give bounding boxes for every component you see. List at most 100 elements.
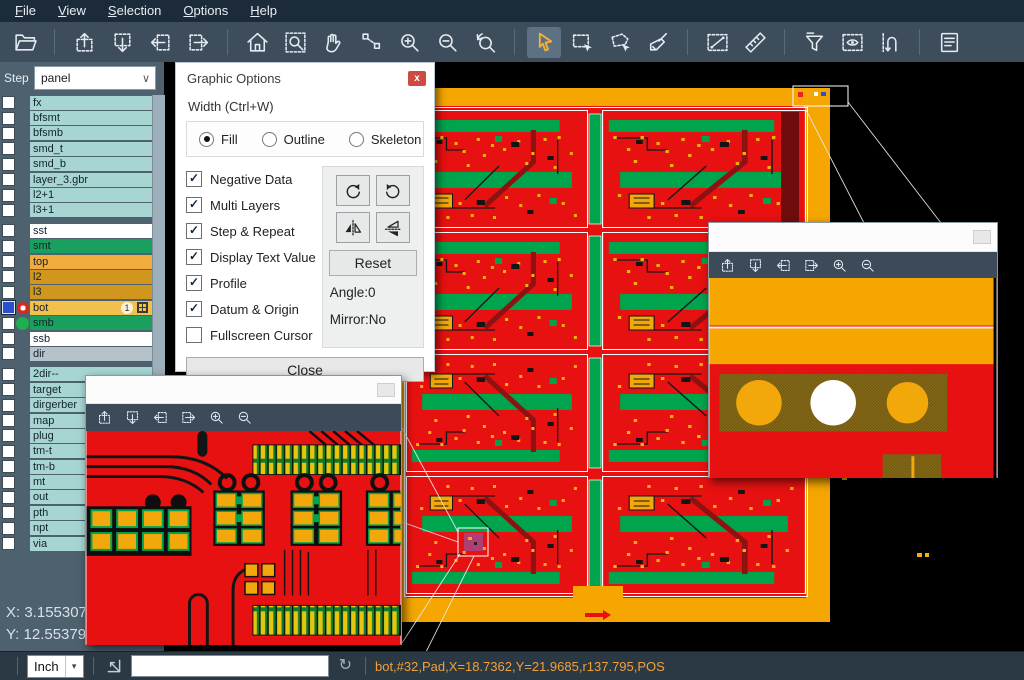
popup-tool-load-layer-left[interactable]: [775, 257, 792, 274]
layer-row-dir[interactable]: dir: [0, 346, 152, 361]
layer-name[interactable]: bfsmb: [30, 126, 152, 140]
tool-ruler[interactable]: [738, 27, 772, 58]
layer-name[interactable]: dir: [30, 347, 152, 361]
tool-open-folder[interactable]: [8, 27, 42, 58]
tool-load-layer-down[interactable]: [105, 27, 139, 58]
layer-visibility-checkbox[interactable]: [2, 429, 15, 442]
layer-row-ssb[interactable]: ssb: [0, 331, 152, 346]
layer-row-l3-1[interactable]: l3+1: [0, 203, 152, 218]
layer-visibility-checkbox[interactable]: [2, 522, 15, 535]
layer-visibility-checkbox[interactable]: [2, 158, 15, 171]
tool-zoom-in[interactable]: [392, 27, 426, 58]
layer-row-smd-t[interactable]: smd_t: [0, 141, 152, 156]
popup-tool-zoom-out[interactable]: [236, 409, 253, 426]
tool-move-view[interactable]: [354, 27, 388, 58]
tool-clear-brush[interactable]: [641, 27, 675, 58]
window-button[interactable]: [973, 230, 991, 244]
flip-h-button[interactable]: [336, 212, 370, 243]
layer-visibility-checkbox[interactable]: [2, 383, 15, 396]
layer-row-smb[interactable]: smb: [0, 315, 152, 330]
layer-visibility-checkbox[interactable]: [2, 537, 15, 550]
layer-visibility-checkbox[interactable]: [2, 286, 15, 299]
unit-select[interactable]: Inch ▾: [27, 655, 84, 678]
popup-tool-load-layer-right[interactable]: [803, 257, 820, 274]
layer-visibility-checkbox[interactable]: [2, 189, 15, 202]
layer-row-l3[interactable]: l3: [0, 285, 152, 300]
sync-icon[interactable]: ↻: [339, 658, 352, 674]
layer-visibility-checkbox[interactable]: [2, 476, 15, 489]
layer-name[interactable]: smt: [30, 239, 152, 253]
layer-visibility-checkbox[interactable]: [2, 173, 15, 186]
layer-visibility-checkbox[interactable]: [2, 347, 15, 360]
tool-u-turn[interactable]: [873, 27, 907, 58]
menu-file[interactable]: File: [4, 0, 47, 22]
magnifier-titlebar[interactable]: [709, 223, 997, 252]
layer-name[interactable]: l2: [30, 270, 152, 284]
layer-name[interactable]: fx: [30, 96, 152, 110]
layer-visibility-checkbox[interactable]: [2, 332, 15, 345]
layer-visibility-checkbox[interactable]: [2, 240, 15, 253]
layer-name[interactable]: layer_3.gbr: [30, 173, 152, 187]
snap-corner-icon[interactable]: [105, 657, 123, 675]
checkbox-negative-data[interactable]: ✓Negative Data: [186, 166, 316, 192]
layer-visibility-checkbox[interactable]: [2, 112, 15, 125]
checkbox-step-repeat[interactable]: ✓Step & Repeat: [186, 218, 316, 244]
tool-home-view[interactable]: [240, 27, 274, 58]
layer-visibility-checkbox[interactable]: [2, 127, 15, 140]
layer-row-l2[interactable]: l2: [0, 269, 152, 284]
layer-name[interactable]: smb: [30, 316, 152, 330]
magnifier-window-bottom-left[interactable]: [85, 375, 402, 645]
magnifier-window-right[interactable]: [708, 222, 998, 478]
layer-name[interactable]: ssb: [30, 332, 152, 346]
layer-visibility-checkbox[interactable]: [2, 224, 15, 237]
radio-outline[interactable]: Outline: [262, 132, 325, 147]
layer-row-smd-b[interactable]: smd_b: [0, 157, 152, 172]
popup-tool-zoom-in[interactable]: [208, 409, 225, 426]
layer-visibility-checkbox[interactable]: [2, 368, 15, 381]
layer-name[interactable]: bot1: [30, 301, 152, 315]
layer-row-fx[interactable]: fx: [0, 95, 152, 110]
layer-visibility-checkbox[interactable]: [2, 460, 15, 473]
checkbox-display-text-value[interactable]: ✓Display Text Value: [186, 244, 316, 270]
layer-visibility-checkbox[interactable]: [2, 96, 15, 109]
layer-row-l2-1[interactable]: l2+1: [0, 187, 152, 202]
tool-filter[interactable]: [797, 27, 831, 58]
tool-zoom-window[interactable]: [278, 27, 312, 58]
tool-rect-select[interactable]: [565, 27, 599, 58]
window-button[interactable]: [377, 383, 395, 397]
layer-visibility-checkbox[interactable]: [2, 414, 15, 427]
popup-tool-load-layer-down[interactable]: [747, 257, 764, 274]
layer-visibility-checkbox[interactable]: [2, 399, 15, 412]
checkbox-profile[interactable]: ✓Profile: [186, 270, 316, 296]
layer-name[interactable]: smd_t: [30, 142, 152, 156]
layer-row-smt[interactable]: smt: [0, 239, 152, 254]
popup-tool-load-layer-right[interactable]: [180, 409, 197, 426]
tool-select-cursor[interactable]: [527, 27, 561, 58]
close-icon[interactable]: x: [408, 71, 426, 86]
layer-row-sst[interactable]: sst: [0, 223, 152, 238]
radio-fill[interactable]: Fill: [199, 132, 238, 147]
layer-name[interactable]: l2+1: [30, 188, 152, 202]
layer-visibility-checkbox[interactable]: [2, 255, 15, 268]
popup-tool-load-layer-up[interactable]: [96, 409, 113, 426]
checkbox-multi-layers[interactable]: ✓Multi Layers: [186, 192, 316, 218]
menu-options[interactable]: Options: [172, 0, 239, 22]
reset-button[interactable]: Reset: [329, 250, 417, 276]
tool-measure-distance[interactable]: [700, 27, 734, 58]
popup-tool-zoom-out[interactable]: [859, 257, 876, 274]
step-select[interactable]: panel ∨: [34, 66, 156, 90]
layer-name[interactable]: l3: [30, 285, 152, 299]
layer-visibility-checkbox[interactable]: [2, 491, 15, 504]
tool-load-layer-left[interactable]: [143, 27, 177, 58]
layer-name[interactable]: top: [30, 255, 152, 269]
popup-tool-load-layer-down[interactable]: [124, 409, 141, 426]
layer-visibility-checkbox[interactable]: [2, 204, 15, 217]
tool-load-layer-right[interactable]: [181, 27, 215, 58]
command-input[interactable]: [131, 655, 329, 677]
magnifier-titlebar[interactable]: [86, 376, 401, 404]
rotate-ccw-button[interactable]: [376, 175, 410, 206]
popup-tool-load-layer-up[interactable]: [719, 257, 736, 274]
layer-name[interactable]: bfsmt: [30, 111, 152, 125]
layer-row-bfsmb[interactable]: bfsmb: [0, 126, 152, 141]
layer-row-layer-3-gbr[interactable]: layer_3.gbr: [0, 172, 152, 187]
